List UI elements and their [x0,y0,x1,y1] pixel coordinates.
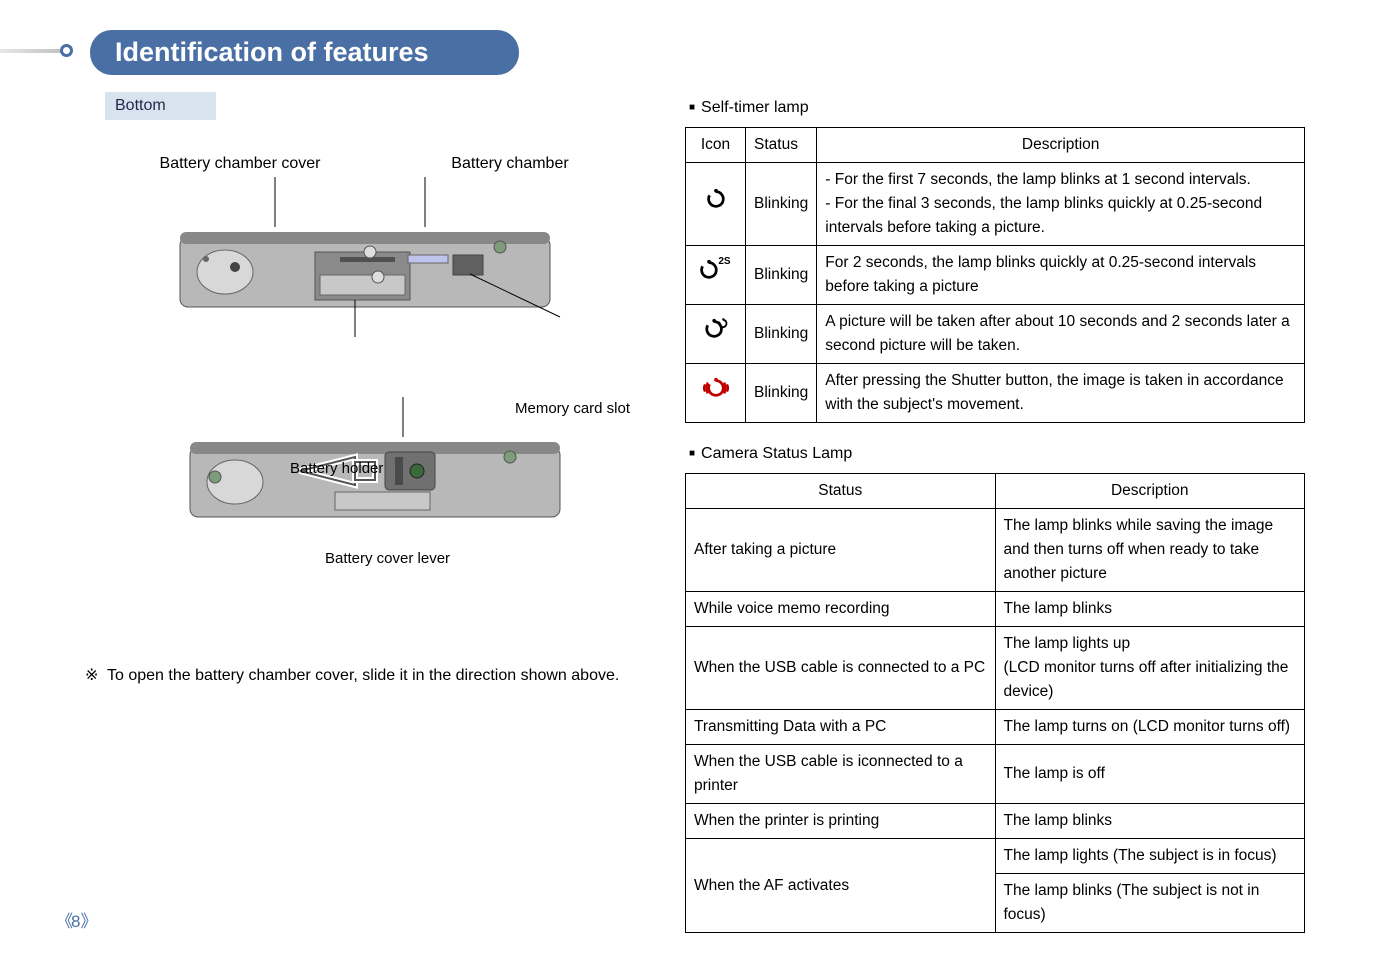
cell-status: Blinking [746,364,817,423]
title-dot-icon [60,44,73,57]
note-marker: ※ [85,667,98,684]
cell-desc: - For the first 7 seconds, the lamp blin… [817,163,1305,246]
timer-motion-icon [702,377,730,408]
cell-desc: The lamp is off [995,745,1305,804]
table-row: When the USB cable is iconnected to a pr… [686,745,1305,804]
callout-cover-lever: Battery cover lever [325,550,450,567]
col-desc: Description [817,128,1305,163]
cell-desc: The lamp blinks (The subject is not in f… [995,874,1305,933]
cell-desc: The lamp blinks while saving the image a… [995,509,1305,592]
open-cover-note: ※ To open the battery chamber cover, sli… [85,665,619,685]
cell-status: Transmitting Data with a PC [686,710,996,745]
cell-desc: A picture will be taken after about 10 s… [817,305,1305,364]
title-lead-line [0,49,63,53]
table-row: 2S Blinking For 2 seconds, the lamp blin… [686,246,1305,305]
cell-desc: The lamp blinks [995,804,1305,839]
col-icon: Icon [686,128,746,163]
table-row: After taking a picture The lamp blinks w… [686,509,1305,592]
callout-battery-chamber: Battery chamber [375,155,645,173]
cell-desc: The lamp lights up (LCD monitor turns of… [995,627,1305,710]
callout-memory-slot: Memory card slot [515,400,630,417]
camera-status-heading: ■Camera Status Lamp [689,445,1305,463]
cell-desc: The lamp lights (The subject is in focus… [995,839,1305,874]
col-status: Status [746,128,817,163]
bullet-icon: ■ [689,448,695,459]
timer-10s-icon [705,188,727,219]
cell-desc: The lamp turns on (LCD monitor turns off… [995,710,1305,745]
section-bottom-label: Bottom [105,92,216,120]
table-row: Blinking After pressing the Shutter butt… [686,364,1305,423]
title-bar: Identification of features [60,30,489,75]
table-row: While voice memo recording The lamp blin… [686,592,1305,627]
cell-status: When the printer is printing [686,804,996,839]
cell-status: Blinking [746,246,817,305]
table-row: Blinking - For the first 7 seconds, the … [686,163,1305,246]
cell-status: When the USB cable is iconnected to a pr… [686,745,996,804]
cell-status: After taking a picture [686,509,996,592]
left-column: Battery chamber cover Battery chamber Me… [105,155,645,537]
right-column: ■Self-timer lamp Icon Status Description… [685,95,1305,933]
table-row: Blinking A picture will be taken after a… [686,305,1305,364]
table-row: When the printer is printing The lamp bl… [686,804,1305,839]
note-text: To open the battery chamber cover, slide… [107,667,619,684]
page-number: 《8》 [56,907,95,932]
cell-desc: After pressing the Shutter button, the i… [817,364,1305,423]
camera-bottom-illustration [160,177,590,337]
callout-battery-holder: Battery holder [290,460,383,477]
col-desc: Description [995,474,1305,509]
cell-status: While voice memo recording [686,592,996,627]
cell-desc: For 2 seconds, the lamp blinks quickly a… [817,246,1305,305]
bullet-icon: ■ [689,102,695,113]
cell-status: Blinking [746,305,817,364]
cell-status: When the AF activates [686,839,996,933]
col-status: Status [686,474,996,509]
self-timer-heading: ■Self-timer lamp [689,99,1305,117]
page-title: Identification of features [90,30,519,75]
table-row: When the AF activates The lamp lights (T… [686,839,1305,874]
table-row: When the USB cable is connected to a PC … [686,627,1305,710]
cell-desc: The lamp blinks [995,592,1305,627]
timer-2s-icon: 2S [698,259,732,290]
table-row: Transmitting Data with a PC The lamp tur… [686,710,1305,745]
cell-status: When the USB cable is connected to a PC [686,627,996,710]
camera-status-table: Status Description After taking a pictur… [685,473,1305,933]
self-timer-table: Icon Status Description Blinking - For t… [685,127,1305,423]
cell-status: Blinking [746,163,817,246]
callout-battery-cover: Battery chamber cover [105,155,375,173]
timer-double-icon [703,318,729,349]
